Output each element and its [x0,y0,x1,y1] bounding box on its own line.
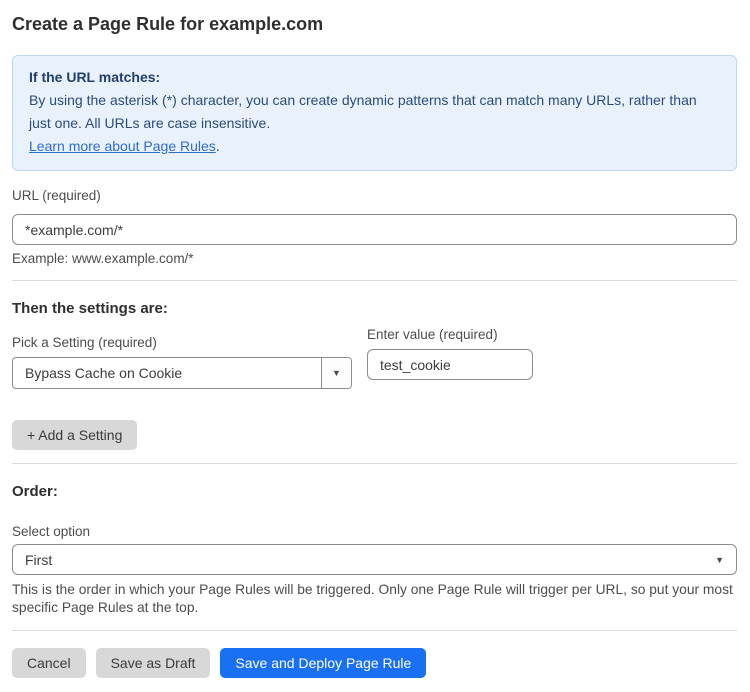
divider [12,280,737,281]
order-select-label: Select option [12,524,737,540]
learn-more-link[interactable]: Learn more about Page Rules [29,138,216,154]
setting-select-column: Pick a Setting (required) Bypass Cache o… [12,318,352,389]
page-title: Create a Page Rule for example.com [12,12,737,36]
info-box-link-line: Learn more about Page Rules. [29,135,720,158]
order-select-value: First [25,552,52,568]
setting-select[interactable]: Bypass Cache on Cookie ▼ [12,357,352,389]
url-matches-info-box: If the URL matches: By using the asteris… [12,55,737,171]
setting-select-label: Pick a Setting (required) [12,335,352,351]
settings-section-heading: Then the settings are: [12,300,737,318]
setting-value-input[interactable] [367,349,533,380]
chevron-down-icon[interactable]: ▼ [321,358,351,388]
add-setting-button[interactable]: + Add a Setting [12,420,137,450]
order-helper-text: This is the order in which your Page Rul… [12,581,736,617]
divider [12,630,737,631]
setting-select-value: Bypass Cache on Cookie [13,365,321,381]
save-and-deploy-button[interactable]: Save and Deploy Page Rule [220,648,426,678]
setting-value-column: Enter value (required) [367,327,533,380]
setting-value-label: Enter value (required) [367,327,533,343]
cancel-button[interactable]: Cancel [12,648,86,678]
divider [12,463,737,464]
setting-row: Pick a Setting (required) Bypass Cache o… [12,318,737,389]
info-box-body: By using the asterisk (*) character, you… [29,89,720,135]
url-label: URL (required) [12,188,737,204]
order-select[interactable]: First ▼ [12,544,737,575]
save-as-draft-button[interactable]: Save as Draft [96,648,211,678]
order-section-heading: Order: [12,483,737,501]
form-actions: Cancel Save as Draft Save and Deploy Pag… [12,648,737,678]
url-helper-text: Example: www.example.com/* [12,251,737,267]
chevron-down-icon: ▼ [715,555,724,565]
info-box-heading: If the URL matches: [29,66,720,89]
create-page-rule-form: Create a Page Rule for example.com If th… [0,0,750,692]
url-input[interactable] [12,214,737,245]
link-period: . [216,138,220,154]
